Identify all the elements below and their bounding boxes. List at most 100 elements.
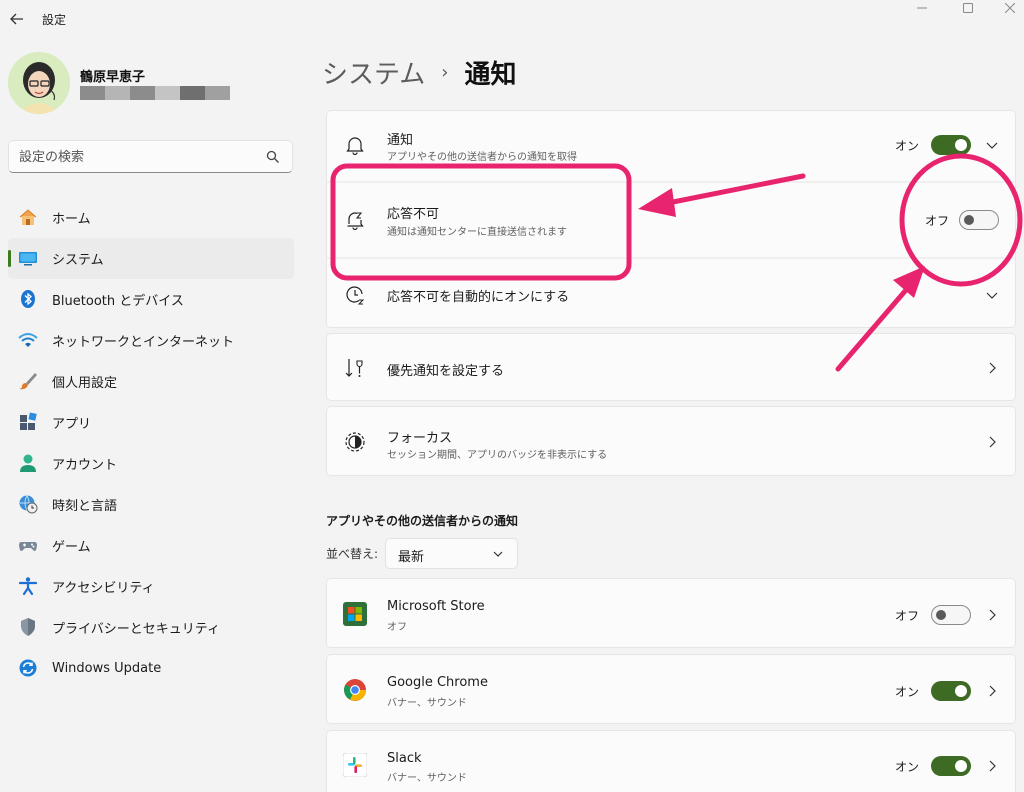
sidebar-item-label: アカウント	[52, 458, 118, 473]
close-button[interactable]	[990, 2, 1024, 22]
slack-toggle[interactable]	[931, 756, 971, 776]
auto-dnd-title: 応答不可を自動的にオンにする	[387, 290, 570, 305]
sort-priority-icon	[343, 356, 367, 380]
app-row-slack[interactable]: Slack バナー、サウンド オン	[326, 730, 1016, 792]
sidebar-item-system[interactable]: システム	[8, 238, 294, 279]
app-state-label: オフ	[895, 609, 920, 623]
minimize-button[interactable]	[902, 2, 942, 22]
breadcrumb-separator: ›	[441, 61, 449, 83]
app-detail: オフ	[387, 622, 407, 633]
chevron-right-icon	[989, 760, 996, 772]
dnd-toggle[interactable]	[959, 210, 999, 230]
notifications-row[interactable]: 通知 アプリやその他の送信者からの通知を取得 オン	[327, 111, 1015, 181]
sidebar-item-time-language[interactable]: 時刻と言語	[8, 484, 294, 525]
close-icon	[1004, 2, 1016, 14]
sidebar-item-label: ゲーム	[52, 540, 91, 555]
sidebar-item-label: ホーム	[52, 212, 91, 227]
search-icon	[266, 150, 279, 163]
chevron-down-icon[interactable]	[985, 288, 999, 302]
notifications-subtitle: アプリやその他の送信者からの通知を取得	[387, 152, 577, 163]
google-chrome-toggle[interactable]	[931, 681, 971, 701]
priority-notifications-row[interactable]: 優先通知を設定する	[326, 333, 1016, 401]
sidebar-item-accessibility[interactable]: アクセシビリティ	[8, 566, 294, 607]
user-email-redacted	[80, 86, 230, 100]
back-button[interactable]	[6, 8, 28, 30]
globe-clock-icon	[18, 494, 38, 514]
microsoft-store-icon	[343, 602, 367, 626]
dnd-title: 応答不可	[387, 207, 440, 222]
maximize-button[interactable]	[948, 2, 988, 22]
user-name: 鶴原早恵子	[80, 70, 146, 85]
chevron-down-icon	[493, 551, 503, 557]
sidebar-item-label: 個人用設定	[52, 376, 118, 391]
notifications-group: 通知 アプリやその他の送信者からの通知を取得 オン 応答不可 通知は通知センター…	[326, 110, 1016, 328]
app-state-label: オン	[895, 685, 920, 699]
sidebar-item-windows-update[interactable]: Windows Update	[8, 648, 294, 689]
chevron-right-icon	[989, 609, 996, 621]
dnd-subtitle: 通知は通知センターに直接送信されます	[387, 227, 567, 238]
sidebar-item-label: アプリ	[52, 417, 92, 432]
app-title: 設定	[42, 13, 67, 27]
priority-title: 優先通知を設定する	[387, 364, 505, 379]
notifications-toggle[interactable]	[931, 135, 971, 155]
sidebar-item-personalization[interactable]: 個人用設定	[8, 361, 294, 402]
title-bar: 設定	[0, 0, 1024, 40]
wifi-icon	[18, 330, 38, 350]
person-icon	[18, 453, 38, 473]
sort-label: 並べ替え:	[326, 547, 379, 561]
focus-row[interactable]: フォーカス セッション期間、アプリのバッジを非表示にする	[326, 406, 1016, 476]
sidebar-item-apps[interactable]: アプリ	[8, 402, 294, 443]
sidebar-item-label: プライバシーとセキュリティ	[52, 622, 220, 637]
user-profile[interactable]: 鶴原早恵子	[8, 52, 298, 116]
chevron-down-icon[interactable]	[985, 138, 999, 152]
minimize-icon	[917, 7, 927, 9]
sidebar-item-accounts[interactable]: アカウント	[8, 443, 294, 484]
settings-search[interactable]	[8, 140, 293, 173]
sidebar-item-privacy[interactable]: プライバシーとセキュリティ	[8, 607, 294, 648]
app-row-google-chrome[interactable]: Google Chrome バナー、サウンド オン	[326, 654, 1016, 724]
apps-section-title: アプリやその他の送信者からの通知	[326, 514, 519, 528]
app-name: Microsoft Store	[387, 599, 485, 614]
notifications-title: 通知	[387, 133, 414, 148]
focus-subtitle: セッション期間、アプリのバッジを非表示にする	[387, 450, 608, 461]
sort-value: 最新	[398, 550, 425, 565]
gamepad-icon	[18, 535, 38, 555]
auto-dnd-row[interactable]: 応答不可を自動的にオンにする	[327, 259, 1015, 329]
microsoft-store-toggle[interactable]	[931, 605, 971, 625]
chevron-right-icon	[989, 685, 996, 697]
update-icon	[18, 658, 38, 678]
sidebar-item-label: ネットワークとインターネット	[52, 335, 235, 350]
bell-icon	[343, 133, 367, 157]
sidebar-item-network[interactable]: ネットワークとインターネット	[8, 320, 294, 361]
app-name: Google Chrome	[387, 675, 488, 690]
sidebar-item-home[interactable]: ホーム	[8, 197, 294, 238]
notifications-state-label: オン	[895, 139, 920, 153]
sidebar-nav: ホーム システム Bluetooth とデバイス ネットワークとインターネット …	[8, 197, 294, 689]
shield-icon	[18, 617, 38, 637]
focus-icon	[343, 430, 367, 454]
sort-dropdown[interactable]: 最新	[385, 538, 518, 569]
chevron-right-icon	[989, 436, 996, 448]
sidebar-item-label: Bluetooth とデバイス	[52, 294, 184, 309]
app-name: Slack	[387, 751, 422, 766]
dnd-state-label: オフ	[925, 214, 950, 228]
slack-icon	[342, 752, 368, 778]
search-input[interactable]	[19, 147, 259, 167]
maximize-icon	[963, 3, 973, 13]
app-detail: バナー、サウンド	[387, 773, 467, 784]
apps-icon	[18, 412, 38, 432]
breadcrumb-parent[interactable]: システム	[322, 54, 425, 91]
do-not-disturb-row: 応答不可 通知は通知センターに直接送信されます オフ	[327, 183, 1015, 257]
focus-title: フォーカス	[387, 431, 453, 446]
avatar	[8, 52, 70, 114]
sidebar-item-label: アクセシビリティ	[52, 581, 155, 596]
sidebar-item-bluetooth[interactable]: Bluetooth とデバイス	[8, 279, 294, 320]
bluetooth-icon	[18, 289, 38, 309]
app-state-label: オン	[895, 760, 920, 774]
back-arrow-icon	[10, 13, 23, 25]
app-row-microsoft-store[interactable]: Microsoft Store オフ オフ	[326, 578, 1016, 648]
sidebar-item-gaming[interactable]: ゲーム	[8, 525, 294, 566]
sidebar-item-label: 時刻と言語	[52, 499, 118, 514]
sidebar-item-label: システム	[52, 253, 104, 268]
home-icon	[18, 207, 38, 227]
